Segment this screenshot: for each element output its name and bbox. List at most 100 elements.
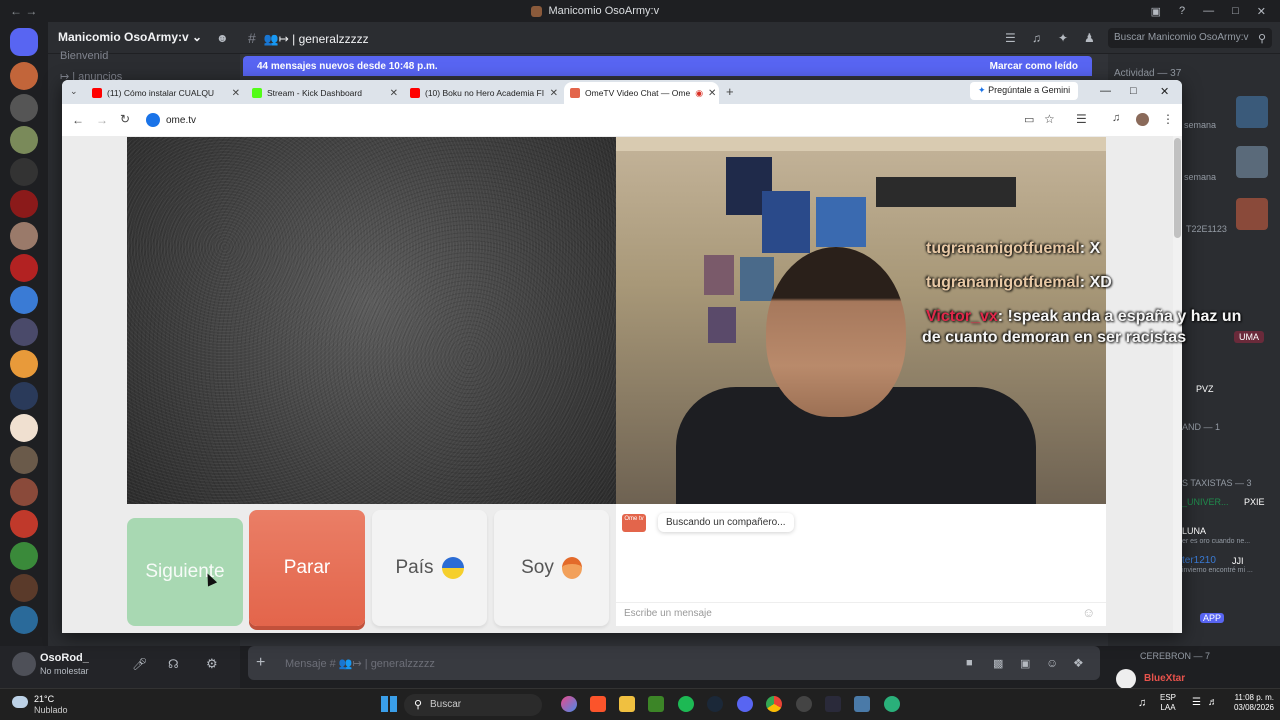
- close-tab-icon[interactable]: ✕: [708, 88, 716, 99]
- member-name[interactable]: ter1210: [1182, 555, 1216, 566]
- gear-icon[interactable]: ⚙: [206, 656, 218, 672]
- browser-tab[interactable]: Stream - Kick Dashboard ✕: [246, 82, 404, 104]
- user-name[interactable]: OsoRod_: [40, 652, 89, 664]
- maximize-button[interactable]: □: [1130, 85, 1137, 97]
- spotify-icon[interactable]: [678, 696, 694, 712]
- file-explorer-icon[interactable]: [619, 696, 635, 712]
- chrome-icon[interactable]: [766, 696, 782, 712]
- sticker-icon[interactable]: ▣: [1020, 657, 1030, 670]
- next-button[interactable]: Siguiente: [127, 518, 243, 626]
- steam-icon[interactable]: [707, 696, 723, 712]
- taskbar-search[interactable]: Buscar: [404, 694, 542, 716]
- invite-icon[interactable]: ☻: [216, 31, 230, 45]
- avatar[interactable]: [12, 652, 36, 676]
- gif-icon[interactable]: ▩: [993, 657, 1003, 670]
- chat-message-input[interactable]: Escribe un mensaje: [616, 602, 1106, 624]
- close-tab-icon[interactable]: ✕: [550, 88, 558, 99]
- app-icon[interactable]: [854, 696, 870, 712]
- back-icon[interactable]: ←: [72, 113, 84, 127]
- activity-thumbnail[interactable]: [1236, 146, 1268, 178]
- server-icon-11[interactable]: [10, 382, 38, 410]
- weather-widget[interactable]: 21°C Nublado: [34, 694, 68, 716]
- server-icon-5[interactable]: [10, 190, 38, 218]
- server-icon-4[interactable]: [10, 158, 38, 186]
- microphone-icon[interactable]: ♫: [1138, 697, 1146, 709]
- help-icon[interactable]: ?: [1179, 5, 1185, 18]
- server-icon-10[interactable]: [10, 350, 38, 378]
- threads-icon[interactable]: ☰: [1005, 31, 1019, 45]
- copilot-icon[interactable]: [561, 696, 577, 712]
- browser-tab[interactable]: (11) Cómo instalar CUALQU ✕: [86, 82, 246, 104]
- member-name[interactable]: BlueXtar: [1144, 673, 1185, 684]
- members-icon[interactable]: ♟: [1084, 31, 1098, 45]
- tab-search-icon[interactable]: ⌄: [70, 86, 78, 97]
- close-tab-icon[interactable]: ✕: [390, 88, 398, 99]
- discord-icon[interactable]: [737, 696, 753, 712]
- server-name[interactable]: Manicomio OsoArmy:v ⌄: [58, 30, 202, 44]
- emoji-icon[interactable]: ☺: [1082, 605, 1095, 620]
- emoji-icon[interactable]: ☺: [1046, 656, 1058, 670]
- server-icon-3[interactable]: [10, 126, 38, 154]
- server-icon-9[interactable]: [10, 318, 38, 346]
- microphone-icon[interactable]: 🎤︎: [132, 657, 147, 671]
- bell-icon[interactable]: ♫: [1032, 31, 1046, 45]
- language-indicator[interactable]: ESP LAA: [1160, 693, 1176, 713]
- stop-button[interactable]: Parar: [249, 510, 365, 626]
- app-icon[interactable]: [884, 696, 900, 712]
- server-icon-17[interactable]: [10, 574, 38, 602]
- inbox-icon[interactable]: ▣: [1151, 5, 1161, 18]
- activity-thumbnail[interactable]: [1236, 198, 1268, 230]
- server-icon-18[interactable]: [10, 606, 38, 634]
- server-icon-14[interactable]: [10, 478, 38, 506]
- server-icon-12[interactable]: [10, 414, 38, 442]
- reload-icon[interactable]: ↻: [120, 112, 130, 126]
- server-icon-2[interactable]: [10, 94, 38, 122]
- gemini-button[interactable]: ✦ Pregúntale a Gemini: [970, 82, 1079, 100]
- maximize-button[interactable]: □: [1232, 5, 1239, 18]
- server-icon-7[interactable]: [10, 254, 38, 282]
- minecraft-icon[interactable]: [648, 696, 664, 712]
- volume-icon[interactable]: ♬: [1208, 697, 1218, 708]
- channel-item[interactable]: Bienvenid: [60, 50, 108, 62]
- media-icon[interactable]: ♫: [1112, 112, 1120, 124]
- member-name[interactable]: _UNIVER...: [1182, 497, 1229, 507]
- server-icon-1[interactable]: [10, 62, 38, 90]
- country-button[interactable]: País: [372, 510, 487, 626]
- activity-thumbnail[interactable]: [1236, 96, 1268, 128]
- browser-tab[interactable]: (10) Boku no Hero Academia FI ✕: [404, 82, 564, 104]
- browser-tab-active[interactable]: OmeTV Video Chat — Ome ◉ ✕: [564, 82, 719, 104]
- apps-icon[interactable]: ❖: [1073, 656, 1084, 670]
- minimize-button[interactable]: —: [1203, 5, 1214, 18]
- bookmark-star-icon[interactable]: ☆: [1044, 112, 1055, 126]
- back-forward-nav[interactable]: ← →: [10, 4, 40, 18]
- server-icon-6[interactable]: [10, 222, 38, 250]
- close-window-button[interactable]: ✕: [1160, 85, 1169, 98]
- wifi-icon[interactable]: ☰: [1192, 697, 1201, 708]
- address-bar[interactable]: ome.tv: [146, 110, 1026, 130]
- mark-read-button[interactable]: Marcar como leído: [990, 61, 1078, 72]
- server-icon-16[interactable]: [10, 542, 38, 570]
- server-icon-15[interactable]: [10, 510, 38, 538]
- windows-start-icon[interactable]: [381, 696, 397, 712]
- discord-home-icon[interactable]: [10, 28, 38, 56]
- menu-icon[interactable]: ⋮: [1162, 112, 1174, 126]
- scrollbar-thumb[interactable]: [1174, 138, 1181, 238]
- gift-icon[interactable]: ■: [966, 657, 973, 669]
- close-button[interactable]: ✕: [1257, 5, 1266, 18]
- search-input[interactable]: Buscar Manicomio OsoArmy:v: [1108, 28, 1272, 48]
- forward-icon[interactable]: →: [96, 113, 108, 127]
- add-attachment-icon[interactable]: +: [256, 654, 265, 672]
- profile-avatar[interactable]: [1136, 113, 1149, 126]
- minimize-button[interactable]: —: [1100, 85, 1111, 97]
- server-icon-8[interactable]: [10, 286, 38, 314]
- app-icon[interactable]: [825, 696, 841, 712]
- headphones-icon[interactable]: ☊: [168, 657, 179, 671]
- new-tab-button[interactable]: +: [726, 84, 734, 99]
- brave-icon[interactable]: [590, 696, 606, 712]
- site-info-icon[interactable]: [146, 113, 160, 127]
- new-messages-bar[interactable]: 44 mensajes nuevos desde 10:48 p.m. Marc…: [243, 56, 1092, 76]
- clock[interactable]: 11:08 p. m. 03/08/2026: [1224, 693, 1274, 713]
- gender-button[interactable]: Soy: [494, 510, 609, 626]
- extensions-icon[interactable]: ☰: [1076, 112, 1087, 126]
- obs-icon[interactable]: [796, 696, 812, 712]
